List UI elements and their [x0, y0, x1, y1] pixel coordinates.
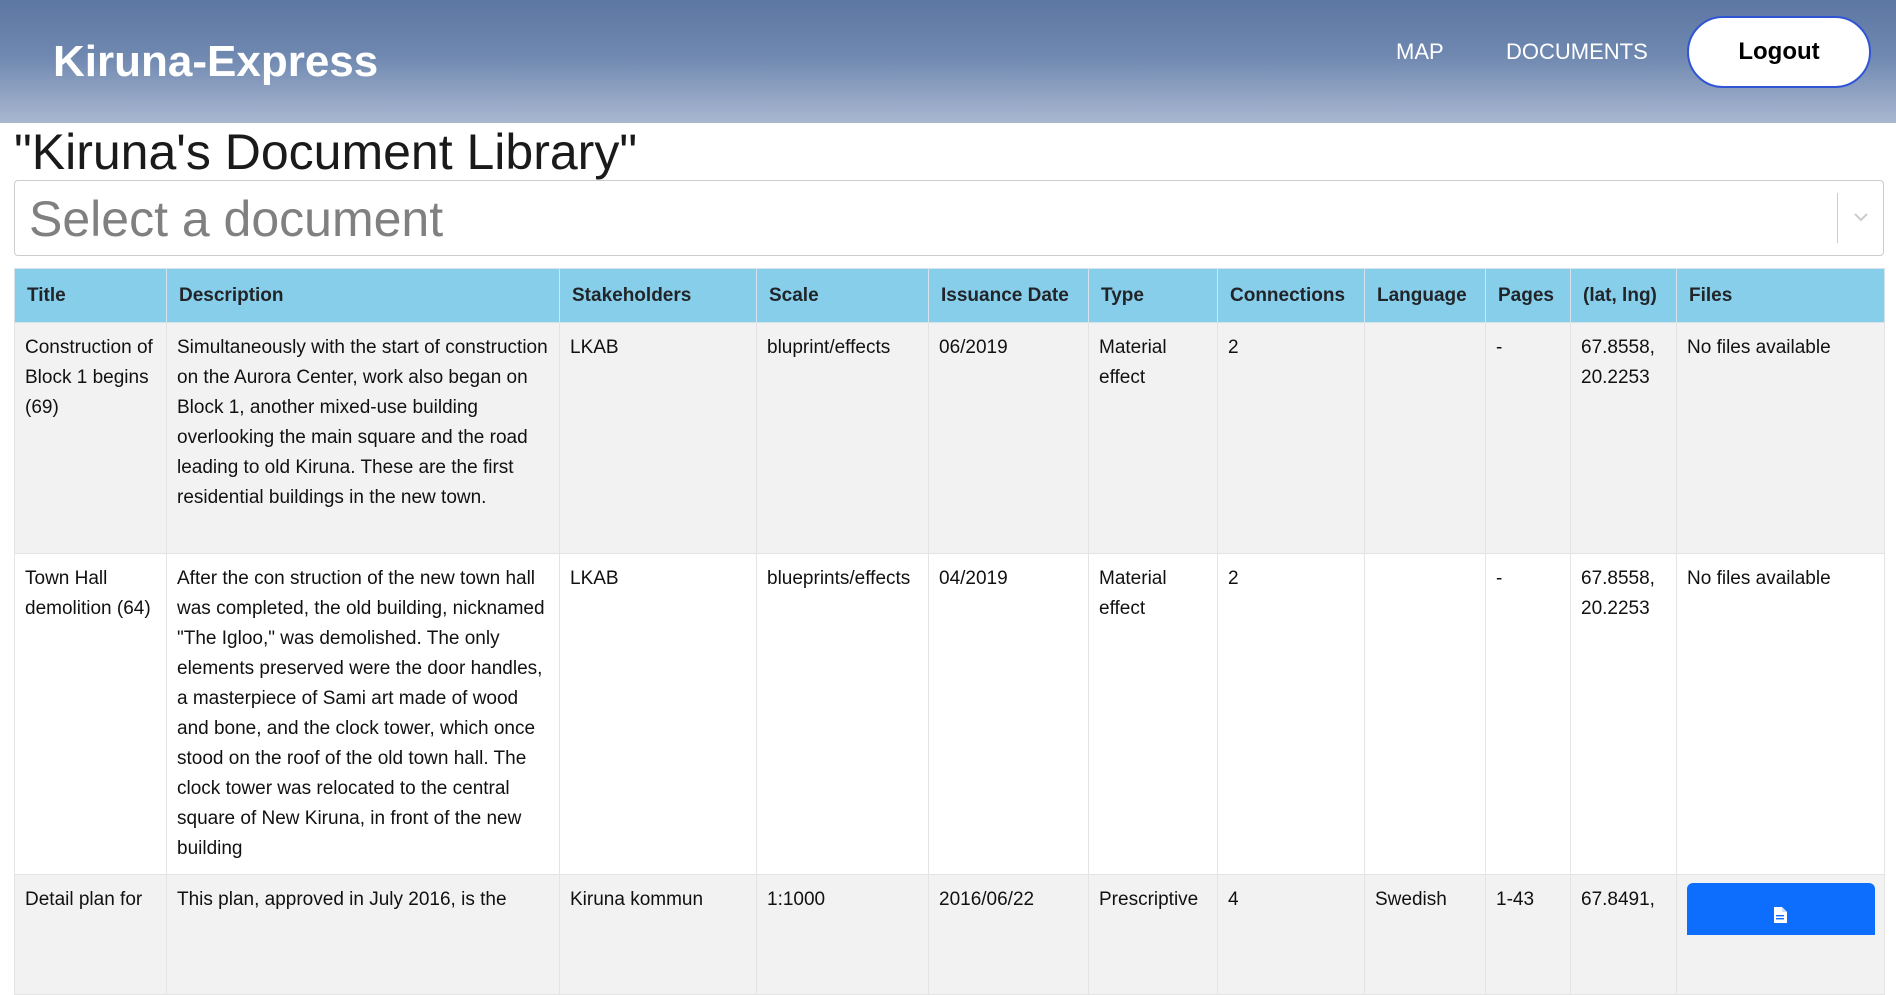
- navbar: Kiruna-Express MAP DOCUMENTS Logout: [0, 0, 1896, 123]
- document-select[interactable]: Select a document: [14, 180, 1884, 256]
- open-file-button[interactable]: [1687, 883, 1875, 935]
- cell-language: [1364, 322, 1486, 554]
- page-title: "Kiruna's Document Library": [14, 124, 638, 180]
- select-placeholder: Select a document: [29, 191, 444, 247]
- select-separator: [1837, 193, 1838, 243]
- header-coordinates: (lat, lng): [1570, 268, 1677, 323]
- cell-stakeholders: LKAB: [559, 322, 757, 554]
- header-pages: Pages: [1485, 268, 1571, 323]
- header-title: Title: [14, 268, 167, 323]
- cell-title: Town Hall demolition (64): [14, 553, 167, 875]
- cell-description: Simultaneously with the start of constru…: [166, 322, 560, 554]
- cell-pages: -: [1485, 553, 1571, 875]
- cell-type: Material effect: [1088, 553, 1218, 875]
- cell-description: After the con struction of the new town …: [166, 553, 560, 875]
- cell-title: Detail plan for: [14, 874, 167, 995]
- chevron-down-icon[interactable]: [1851, 207, 1871, 227]
- logout-button[interactable]: Logout: [1687, 16, 1871, 88]
- cell-pages: 1-43: [1485, 874, 1571, 995]
- file-icon: [1774, 907, 1787, 923]
- header-stakeholders: Stakeholders: [559, 268, 757, 323]
- cell-type: Material effect: [1088, 322, 1218, 554]
- cell-date: 04/2019: [928, 553, 1089, 875]
- brand-logo[interactable]: Kiruna-Express: [53, 38, 378, 86]
- header-files: Files: [1676, 268, 1885, 323]
- header-scale: Scale: [756, 268, 929, 323]
- cell-pages: -: [1485, 322, 1571, 554]
- header-type: Type: [1088, 268, 1218, 323]
- cell-scale: 1:1000: [756, 874, 929, 995]
- table-row[interactable]: Town Hall demolition (64) After the con …: [14, 553, 1885, 875]
- nav-link-documents[interactable]: DOCUMENTS: [1506, 40, 1648, 64]
- cell-coordinates: 67.8491,: [1570, 874, 1677, 995]
- header-language: Language: [1364, 268, 1486, 323]
- cell-date: 06/2019: [928, 322, 1089, 554]
- header-issuance-date: Issuance Date: [928, 268, 1089, 323]
- cell-stakeholders: LKAB: [559, 553, 757, 875]
- cell-files: No files available: [1676, 322, 1885, 554]
- cell-language: [1364, 553, 1486, 875]
- cell-language: Swedish: [1364, 874, 1486, 995]
- cell-scale: bluprint/effects: [756, 322, 929, 554]
- documents-table: Title Description Stakeholders Scale Iss…: [14, 268, 1885, 995]
- cell-title: Construction of Block 1 begins (69): [14, 322, 167, 554]
- cell-connections: 4: [1217, 874, 1365, 995]
- cell-connections: 2: [1217, 553, 1365, 875]
- cell-scale: blueprints/effects: [756, 553, 929, 875]
- table-row[interactable]: Detail plan for This plan, approved in J…: [14, 874, 1885, 995]
- cell-coordinates: 67.8558, 20.2253: [1570, 553, 1677, 875]
- cell-description: This plan, approved in July 2016, is the: [166, 874, 560, 995]
- header-description: Description: [166, 268, 560, 323]
- cell-files: No files available: [1676, 553, 1885, 875]
- cell-coordinates: 67.8558, 20.2253: [1570, 322, 1677, 554]
- cell-files: [1676, 874, 1885, 995]
- nav-link-map[interactable]: MAP: [1396, 40, 1444, 64]
- cell-date: 2016/06/22: [928, 874, 1089, 995]
- cell-connections: 2: [1217, 322, 1365, 554]
- table-row[interactable]: Construction of Block 1 begins (69) Simu…: [14, 322, 1885, 554]
- table-header-row: Title Description Stakeholders Scale Iss…: [14, 268, 1885, 323]
- header-connections: Connections: [1217, 268, 1365, 323]
- cell-stakeholders: Kiruna kommun: [559, 874, 757, 995]
- cell-type: Prescriptive: [1088, 874, 1218, 995]
